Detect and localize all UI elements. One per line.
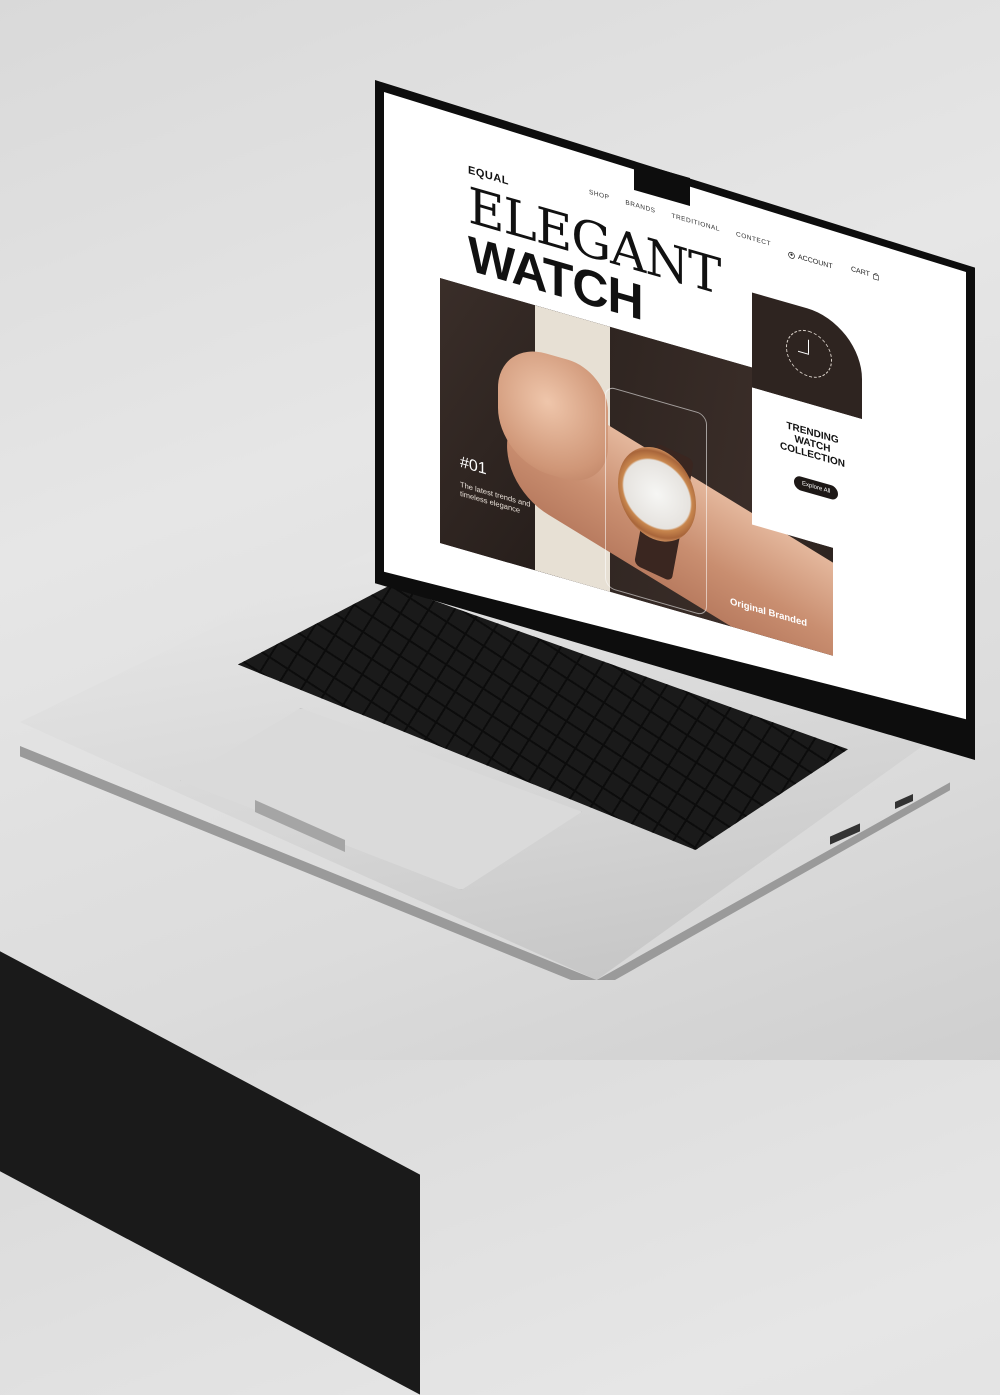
cart-label: CART xyxy=(851,265,870,279)
nav-shop[interactable]: SHOP xyxy=(589,189,609,202)
cart-link[interactable]: CART xyxy=(851,266,879,281)
clock-dial-icon xyxy=(786,324,832,384)
trending-title: TRENDING WATCH COLLECTION xyxy=(780,420,845,471)
account-link[interactable]: ACCOUNT xyxy=(788,251,833,271)
laptop-mockup: EQUAL SHOP BRANDS TREDITIONAL CONTECT AC… xyxy=(0,0,1000,1060)
nav-treditional[interactable]: TREDITIONAL xyxy=(672,212,720,233)
explore-all-button[interactable]: Explore All xyxy=(794,474,839,502)
user-circle-icon xyxy=(788,251,795,259)
nav-brands[interactable]: BRANDS xyxy=(625,199,655,215)
product-frame xyxy=(605,385,707,617)
account-label: ACCOUNT xyxy=(798,253,833,271)
bag-icon xyxy=(873,272,879,281)
nav-contect[interactable]: CONTECT xyxy=(736,231,771,248)
trending-card: TRENDING WATCH COLLECTION Explore All xyxy=(752,292,862,557)
